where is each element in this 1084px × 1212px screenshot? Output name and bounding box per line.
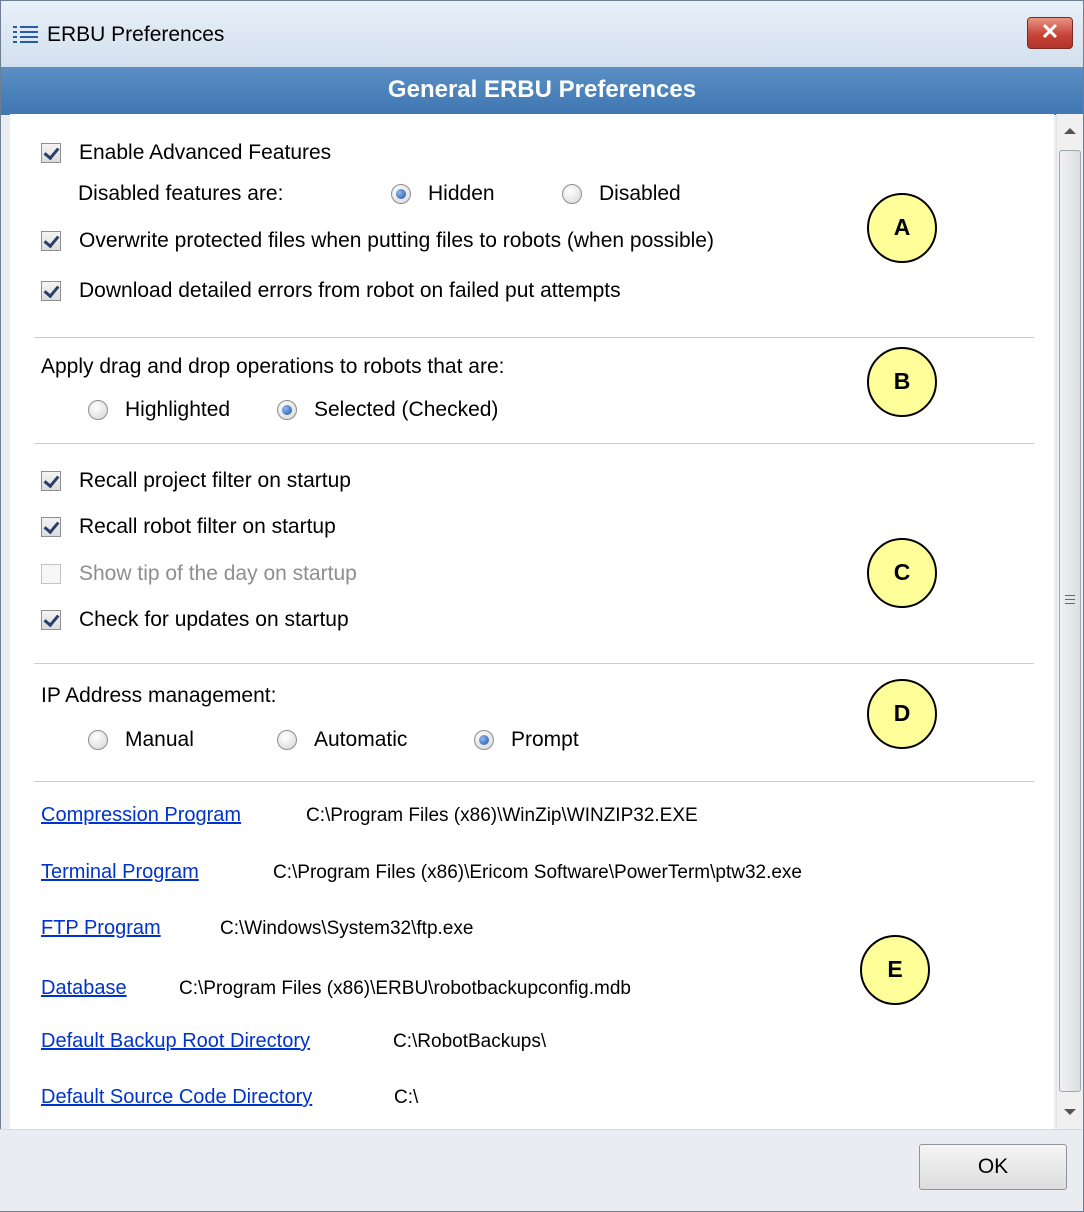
source-code-dir-link[interactable]: Default Source Code Directory	[41, 1086, 312, 1109]
section-divider	[34, 443, 1034, 445]
callout-badge-c: C	[867, 538, 937, 608]
radio-prompt[interactable]	[474, 730, 494, 750]
callout-badge-e: E	[860, 935, 930, 1005]
terminal-program-path: C:\Program Files (x86)\Ericom Software\P…	[273, 862, 802, 883]
radio-highlighted[interactable]	[88, 400, 108, 420]
download-errors-label[interactable]: Download detailed errors from robot on f…	[79, 279, 621, 303]
grip-icon	[1065, 595, 1075, 607]
backup-root-path: C:\RobotBackups\	[393, 1031, 547, 1052]
radio-automatic-label[interactable]: Automatic	[314, 728, 407, 752]
recall-project-filter-label[interactable]: Recall project filter on startup	[79, 469, 351, 493]
close-icon: ✕	[1040, 19, 1060, 44]
recall-robot-filter-checkbox[interactable]	[41, 517, 61, 537]
list-icon	[13, 26, 39, 44]
callout-badge-b: B	[867, 347, 937, 417]
ftp-program-link[interactable]: FTP Program	[41, 917, 161, 940]
radio-selected-checked-label[interactable]: Selected (Checked)	[314, 398, 498, 422]
radio-disabled[interactable]	[562, 184, 582, 204]
compression-program-path: C:\Program Files (x86)\WinZip\WINZIP32.E…	[306, 805, 698, 826]
ip-address-label: IP Address management:	[41, 684, 277, 707]
radio-hidden[interactable]	[391, 184, 411, 204]
callout-badge-d: D	[867, 679, 937, 749]
check-updates-checkbox[interactable]	[41, 610, 61, 630]
section-divider	[34, 337, 1034, 339]
radio-manual[interactable]	[88, 730, 108, 750]
section-divider	[34, 781, 1034, 783]
radio-automatic[interactable]	[277, 730, 297, 750]
check-updates-label[interactable]: Check for updates on startup	[79, 608, 349, 632]
vertical-scrollbar[interactable]	[1056, 114, 1083, 1129]
radio-disabled-label[interactable]: Disabled	[599, 182, 681, 206]
disabled-features-label: Disabled features are:	[78, 182, 284, 205]
database-path: C:\Program Files (x86)\ERBU\robotbackupc…	[179, 978, 631, 999]
recall-project-filter-checkbox[interactable]	[41, 471, 61, 491]
title-bar[interactable]: ERBU Preferences ✕	[1, 1, 1083, 67]
compression-program-link[interactable]: Compression Program	[41, 804, 241, 827]
enable-advanced-label[interactable]: Enable Advanced Features	[79, 141, 331, 165]
radio-manual-label[interactable]: Manual	[125, 728, 194, 752]
download-errors-checkbox[interactable]	[41, 281, 61, 301]
ok-button[interactable]: OK	[919, 1144, 1067, 1190]
drag-drop-label: Apply drag and drop operations to robots…	[41, 355, 505, 378]
radio-highlighted-label[interactable]: Highlighted	[125, 398, 230, 422]
radio-selected-checked[interactable]	[277, 400, 297, 420]
callout-badge-a: A	[867, 193, 937, 263]
terminal-program-link[interactable]: Terminal Program	[41, 861, 199, 884]
show-tip-label: Show tip of the day on startup	[79, 562, 357, 585]
enable-advanced-checkbox[interactable]	[41, 143, 61, 163]
source-code-dir-path: C:\	[394, 1087, 419, 1108]
window-title: ERBU Preferences	[47, 23, 225, 46]
scroll-down-arrow-icon[interactable]	[1064, 1109, 1076, 1115]
overwrite-protected-checkbox[interactable]	[41, 231, 61, 251]
section-divider	[34, 663, 1034, 665]
radio-prompt-label[interactable]: Prompt	[511, 728, 579, 752]
recall-robot-filter-label[interactable]: Recall robot filter on startup	[79, 515, 336, 539]
page-header: General ERBU Preferences	[1, 67, 1083, 115]
database-link[interactable]: Database	[41, 977, 127, 1000]
show-tip-checkbox	[41, 564, 61, 584]
scrollbar-thumb[interactable]	[1059, 150, 1081, 1092]
radio-hidden-label[interactable]: Hidden	[428, 182, 495, 206]
ftp-program-path: C:\Windows\System32\ftp.exe	[220, 918, 474, 939]
overwrite-protected-label[interactable]: Overwrite protected files when putting f…	[79, 229, 714, 253]
scroll-up-arrow-icon[interactable]	[1064, 128, 1076, 134]
close-button[interactable]: ✕	[1027, 17, 1073, 49]
backup-root-link[interactable]: Default Backup Root Directory	[41, 1030, 310, 1053]
